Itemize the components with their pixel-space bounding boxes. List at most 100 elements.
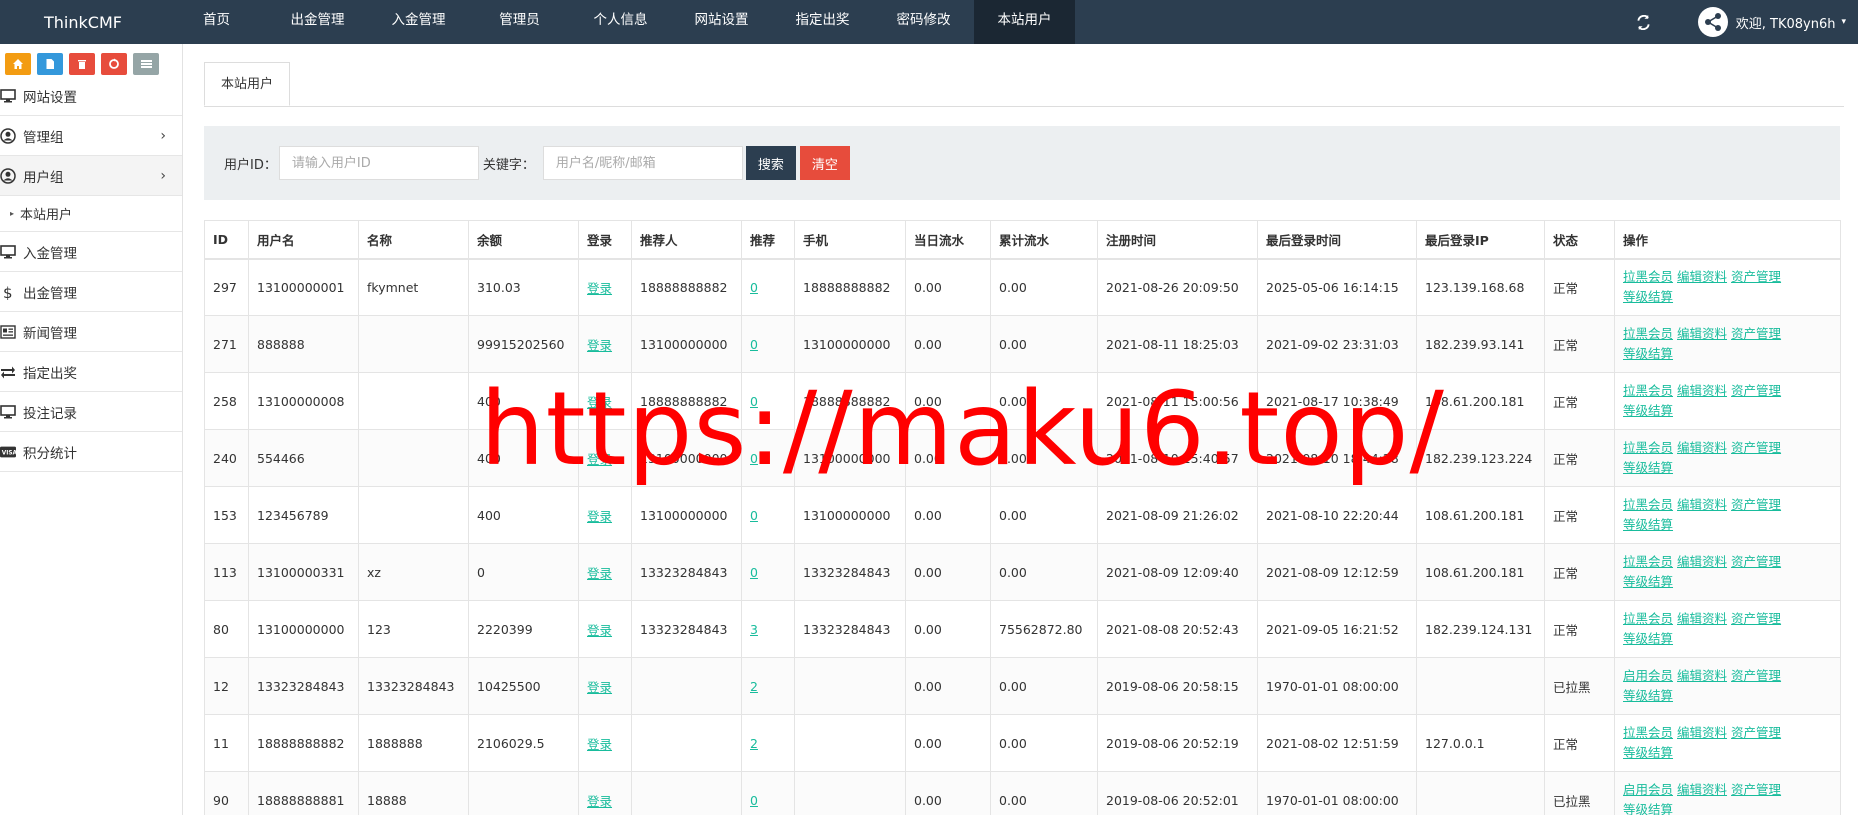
topnav-item[interactable]: 个人信息 xyxy=(570,0,671,44)
action-link[interactable]: 等级结算 xyxy=(1623,517,1673,532)
action-link[interactable]: 资产管理 xyxy=(1731,326,1781,341)
action-link[interactable]: 拉黑会员 xyxy=(1623,440,1673,455)
action-link[interactable]: 资产管理 xyxy=(1731,668,1781,683)
action-link[interactable]: 资产管理 xyxy=(1731,782,1781,797)
action-link[interactable]: 拉黑会员 xyxy=(1623,269,1673,284)
topnav-item[interactable]: 本站用户 xyxy=(974,0,1075,44)
action-link[interactable]: 拉黑会员 xyxy=(1623,497,1673,512)
action-link[interactable]: 等级结算 xyxy=(1623,460,1673,475)
action-link[interactable]: 资产管理 xyxy=(1731,554,1781,569)
topnav-item[interactable]: 入金管理 xyxy=(368,0,469,44)
recycle-shortcut-button[interactable] xyxy=(101,53,127,75)
topnav-item[interactable]: 管理员 xyxy=(469,0,570,44)
login-link[interactable]: 登录 xyxy=(587,452,612,467)
user-dropdown-caret-icon[interactable]: ▾ xyxy=(1841,17,1846,27)
cell-id: 297 xyxy=(204,258,249,316)
home-shortcut-button[interactable] xyxy=(5,53,31,75)
cell-username: 13100000000 xyxy=(248,600,359,658)
action-link[interactable]: 资产管理 xyxy=(1731,269,1781,284)
login-link[interactable]: 登录 xyxy=(587,566,612,581)
referral-count-link[interactable]: 0 xyxy=(750,565,758,580)
action-link[interactable]: 编辑资料 xyxy=(1677,326,1727,341)
referral-count-link[interactable]: 0 xyxy=(750,280,758,295)
recycle-icon xyxy=(108,58,120,70)
action-link[interactable]: 编辑资料 xyxy=(1677,611,1727,626)
sidebar-item[interactable]: 网站设置 xyxy=(0,76,182,116)
sidebar-subitem-site-users[interactable]: ▸ 本站用户 xyxy=(0,196,182,232)
search-button[interactable]: 搜索 xyxy=(745,146,796,180)
action-link[interactable]: 编辑资料 xyxy=(1677,497,1727,512)
action-link[interactable]: 等级结算 xyxy=(1623,802,1673,815)
sidebar-item[interactable]: 指定出奖 xyxy=(0,352,182,392)
keyword-input[interactable] xyxy=(542,146,743,180)
sidebar-item[interactable]: VISA 积分统计 xyxy=(0,432,182,472)
sidebar-item[interactable]: 用户组 › xyxy=(0,156,182,196)
action-link[interactable]: 资产管理 xyxy=(1731,611,1781,626)
clear-button[interactable]: 清空 xyxy=(799,146,850,180)
action-link[interactable]: 等级结算 xyxy=(1623,289,1673,304)
action-link[interactable]: 启用会员 xyxy=(1623,782,1673,797)
referral-count-link[interactable]: 2 xyxy=(750,679,758,694)
login-link[interactable]: 登录 xyxy=(587,680,612,695)
action-link[interactable]: 拉黑会员 xyxy=(1623,326,1673,341)
login-link[interactable]: 登录 xyxy=(587,395,612,410)
referral-count-link[interactable]: 0 xyxy=(750,508,758,523)
action-link[interactable]: 等级结算 xyxy=(1623,346,1673,361)
file-shortcut-button[interactable] xyxy=(37,53,63,75)
action-link[interactable]: 编辑资料 xyxy=(1677,383,1727,398)
login-link[interactable]: 登录 xyxy=(587,737,612,752)
sidebar-item[interactable]: 入金管理 xyxy=(0,232,182,272)
login-link[interactable]: 登录 xyxy=(587,794,612,809)
cell-login: 登录 xyxy=(578,315,632,373)
action-link[interactable]: 编辑资料 xyxy=(1677,668,1727,683)
action-link[interactable]: 等级结算 xyxy=(1623,745,1673,760)
tab-site-users[interactable]: 本站用户 xyxy=(204,62,291,106)
action-link[interactable]: 等级结算 xyxy=(1623,631,1673,646)
action-link[interactable]: 资产管理 xyxy=(1731,440,1781,455)
referral-count-link[interactable]: 2 xyxy=(750,736,758,751)
login-link[interactable]: 登录 xyxy=(587,509,612,524)
topnav-item[interactable]: 指定出奖 xyxy=(772,0,873,44)
welcome-user[interactable]: 欢迎, TK08yn6h xyxy=(1736,13,1836,32)
topnav-item[interactable]: 出金管理 xyxy=(267,0,368,44)
sidebar-item[interactable]: $ 出金管理 xyxy=(0,272,182,312)
list-shortcut-button[interactable] xyxy=(133,53,159,75)
avatar[interactable] xyxy=(1697,7,1728,37)
referral-count-link[interactable]: 3 xyxy=(750,622,758,637)
action-link[interactable]: 编辑资料 xyxy=(1677,554,1727,569)
topnav-item[interactable]: 密码修改 xyxy=(873,0,974,44)
login-link[interactable]: 登录 xyxy=(587,623,612,638)
action-link[interactable]: 编辑资料 xyxy=(1677,269,1727,284)
action-link[interactable]: 编辑资料 xyxy=(1677,440,1727,455)
login-link[interactable]: 登录 xyxy=(587,338,612,353)
action-link[interactable]: 等级结算 xyxy=(1623,403,1673,418)
action-link[interactable]: 资产管理 xyxy=(1731,725,1781,740)
action-link[interactable]: 拉黑会员 xyxy=(1623,383,1673,398)
topnav-item[interactable]: 网站设置 xyxy=(671,0,772,44)
brand-logo[interactable]: ThinkCMF xyxy=(0,0,166,44)
referral-count-link[interactable]: 0 xyxy=(750,793,758,808)
refresh-icon[interactable] xyxy=(1636,14,1652,30)
action-link[interactable]: 编辑资料 xyxy=(1677,782,1727,797)
action-link[interactable]: 等级结算 xyxy=(1623,688,1673,703)
action-link[interactable]: 编辑资料 xyxy=(1677,725,1727,740)
referral-count-link[interactable]: 0 xyxy=(750,451,758,466)
referral-count-link[interactable]: 0 xyxy=(750,394,758,409)
trash-shortcut-button[interactable] xyxy=(69,53,95,75)
sidebar-item[interactable]: 投注记录 xyxy=(0,392,182,432)
sidebar-item[interactable]: 新闻管理 xyxy=(0,312,182,352)
user-id-input[interactable] xyxy=(278,146,479,180)
action-link[interactable]: 等级结算 xyxy=(1623,574,1673,589)
referral-count-link[interactable]: 0 xyxy=(750,337,758,352)
topnav-item[interactable]: 首页 xyxy=(166,0,267,44)
login-link[interactable]: 登录 xyxy=(587,281,612,296)
action-link[interactable]: 资产管理 xyxy=(1731,497,1781,512)
users-table-wrap: ID 用户名 名称 余额 登录 推荐人 推荐 手机 当日流水 累计流水 注册时间 最后登录时间 最后登录… xyxy=(204,220,1841,815)
action-link[interactable]: 启用会员 xyxy=(1623,668,1673,683)
action-link[interactable]: 拉黑会员 xyxy=(1623,611,1673,626)
action-link[interactable]: 资产管理 xyxy=(1731,383,1781,398)
action-link[interactable]: 拉黑会员 xyxy=(1623,725,1673,740)
sidebar-item-label: 入金管理 xyxy=(23,245,77,262)
action-link[interactable]: 拉黑会员 xyxy=(1623,554,1673,569)
sidebar-item[interactable]: 管理组 › xyxy=(0,116,182,156)
